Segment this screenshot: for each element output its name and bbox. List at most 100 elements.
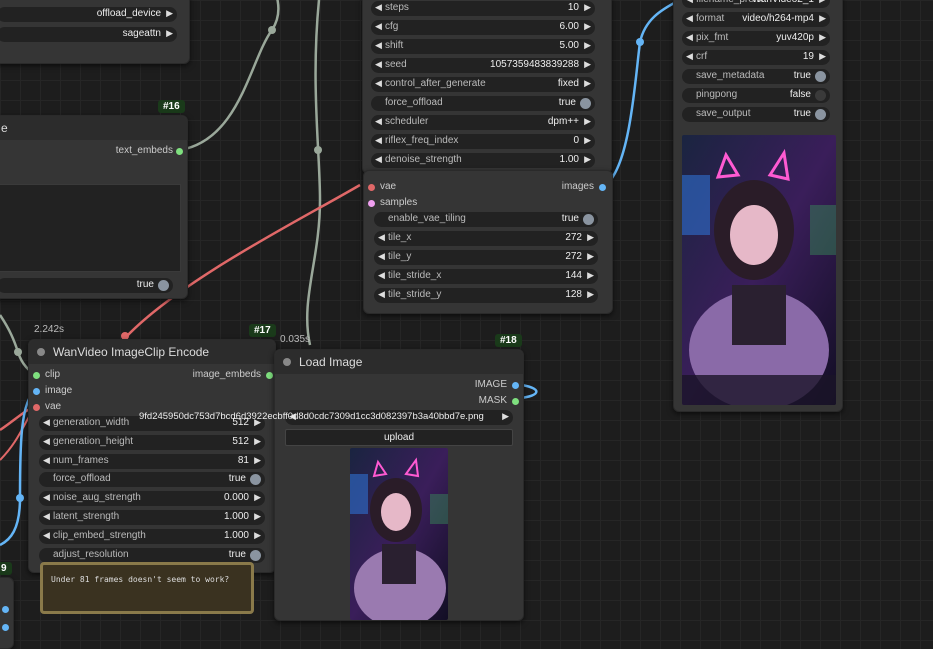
arrow-right-icon[interactable]: ▶ (584, 116, 591, 127)
arrow-left-icon[interactable]: ◀ (375, 78, 382, 89)
arrow-right-icon[interactable]: ▶ (254, 511, 261, 522)
toggle-icon[interactable] (250, 474, 261, 486)
input-vae[interactable]: vae (33, 401, 61, 412)
arrow-right-icon[interactable]: ▶ (819, 0, 826, 5)
upload-button[interactable]: upload (285, 429, 513, 446)
input-pin[interactable] (33, 372, 40, 379)
output-pin[interactable] (176, 148, 183, 155)
arrow-right-icon[interactable]: ▶ (584, 21, 591, 32)
input-clip[interactable]: clip (33, 369, 60, 380)
collapse-dot-icon[interactable] (283, 358, 291, 366)
output-images[interactable]: images (562, 181, 606, 192)
arrow-right-icon[interactable]: ▶ (584, 59, 591, 70)
widget-clip-embed-strength[interactable]: ◀ clip_embed_strength 1.000 ▶ (39, 528, 265, 544)
node-title[interactable]: WanVideo ImageClip Encode (29, 340, 275, 364)
arrow-left-icon[interactable]: ◀ (686, 51, 693, 62)
arrow-left-icon[interactable]: ◀ (378, 251, 385, 262)
arrow-right-icon[interactable]: ▶ (587, 289, 594, 300)
widget-filename-prefix[interactable]: ◀filename_prefixWanVideo2_1▶ (682, 0, 830, 8)
input-image[interactable]: image (33, 385, 72, 396)
arrow-left-icon[interactable]: ◀ (43, 530, 50, 541)
arrow-right-icon[interactable]: ▶ (587, 270, 594, 281)
arrow-right-icon[interactable]: ▶ (166, 28, 173, 39)
arrow-left-icon[interactable]: ◀ (686, 13, 693, 24)
widget-steps[interactable]: ◀ steps 10 ▶ (371, 1, 595, 16)
output-pin[interactable] (512, 398, 519, 405)
arrow-right-icon[interactable]: ▶ (584, 154, 591, 165)
arrow-right-icon[interactable]: ▶ (254, 455, 261, 466)
widget-pix-fmt[interactable]: ◀ pix_fmt yuv420p ▶ (682, 31, 830, 46)
widget-scheduler[interactable]: ◀ scheduler dpm++ ▶ (371, 115, 595, 130)
arrow-left-icon[interactable]: ◀ (375, 40, 382, 51)
widget-attention-mode[interactable]: sageattn ▶ (0, 27, 177, 42)
output-pin[interactable] (266, 372, 273, 379)
input-pin[interactable] (368, 200, 375, 207)
widget-force-offload[interactable]: force_offload true (39, 472, 265, 488)
node-note[interactable]: Under 81 frames doesn't seem to work? (40, 562, 254, 614)
widget-generation-height[interactable]: ◀ generation_height 512 ▶ (39, 434, 265, 450)
output-text-embeds[interactable]: text_embeds (116, 145, 183, 156)
input-pin[interactable] (33, 404, 40, 411)
toggle-icon[interactable] (250, 549, 261, 561)
input-pin[interactable] (33, 388, 40, 395)
arrow-right-icon[interactable]: ▶ (254, 492, 261, 503)
arrow-left-icon[interactable]: ◀ (43, 511, 50, 522)
widget-tile-stride-x[interactable]: ◀ tile_stride_x 144 ▶ (374, 269, 598, 284)
node-title[interactable]: e (0, 116, 187, 140)
toggle-icon[interactable] (815, 109, 826, 120)
widget-latent-strength[interactable]: ◀ latent_strength 1.000 ▶ (39, 510, 265, 525)
arrow-left-icon[interactable]: ◀ (378, 270, 385, 281)
output-pin[interactable] (2, 606, 9, 613)
arrow-right-icon[interactable]: ▶ (584, 78, 591, 89)
preview-video[interactable] (682, 135, 836, 405)
toggle-icon[interactable] (583, 214, 594, 225)
widget-force-offload[interactable]: force_offload true (371, 96, 595, 111)
input-samples[interactable]: samples (368, 197, 417, 208)
widget-bool[interactable]: true (0, 278, 173, 293)
widget-image-file[interactable]: ◀ 9fd245950dc753d7bcd6d3922ecbff0d8d0cdc… (139, 410, 513, 425)
widget-adjust-resolution[interactable]: adjust_resolution true (39, 547, 265, 563)
arrow-right-icon[interactable]: ▶ (819, 32, 826, 43)
arrow-left-icon[interactable]: ◀ (375, 116, 382, 127)
collapse-dot-icon[interactable] (37, 348, 45, 356)
arrow-right-icon[interactable]: ▶ (584, 135, 591, 146)
arrow-left-icon[interactable]: ◀ (375, 2, 382, 13)
arrow-right-icon[interactable]: ▶ (587, 251, 594, 262)
arrow-right-icon[interactable]: ▶ (587, 232, 594, 243)
widget-riflex-freq-index[interactable]: ◀ riflex_freq_index 0 ▶ (371, 134, 595, 149)
arrow-left-icon[interactable]: ◀ (686, 32, 693, 43)
arrow-left-icon[interactable]: ◀ (43, 436, 50, 447)
output-image-embeds[interactable]: image_embeds (193, 369, 273, 380)
input-pin[interactable] (368, 184, 375, 191)
widget-tile-x[interactable]: ◀ tile_x 272 ▶ (374, 231, 598, 246)
widget-format[interactable]: ◀ format video/h264-mp4 ▶ (682, 12, 830, 27)
toggle-icon[interactable] (158, 280, 169, 291)
output-image[interactable]: IMAGE (475, 379, 519, 390)
widget-shift[interactable]: ◀ shift 5.00 ▶ (371, 39, 595, 54)
widget-control-after-generate[interactable]: ◀ control_after_generate fixed ▶ (371, 77, 595, 92)
toggle-icon[interactable] (815, 71, 826, 82)
arrow-right-icon[interactable]: ▶ (819, 13, 826, 24)
arrow-left-icon[interactable]: ◀ (43, 492, 50, 503)
widget-save-metadata[interactable]: save_metadata true (682, 69, 830, 84)
widget-noise-aug-strength[interactable]: ◀ noise_aug_strength 0.000 ▶ (39, 491, 265, 507)
arrow-right-icon[interactable]: ▶ (819, 51, 826, 62)
arrow-right-icon[interactable]: ▶ (254, 436, 261, 447)
text-area[interactable] (0, 184, 181, 272)
arrow-left-icon[interactable]: ◀ (375, 135, 382, 146)
arrow-left-icon[interactable]: ◀ (375, 154, 382, 165)
input-vae[interactable]: vae (368, 181, 396, 192)
arrow-right-icon[interactable]: ▶ (166, 8, 173, 19)
widget-load-device[interactable]: offload_device ▶ (0, 7, 177, 22)
widget-tile-stride-y[interactable]: ◀ tile_stride_y 128 ▶ (374, 288, 598, 303)
arrow-left-icon[interactable]: ◀ (378, 289, 385, 300)
arrow-right-icon[interactable]: ▶ (584, 2, 591, 13)
arrow-right-icon[interactable]: ▶ (584, 40, 591, 51)
arrow-left-icon[interactable]: ◀ (43, 417, 50, 428)
widget-pingpong[interactable]: pingpong false (682, 88, 830, 103)
widget-denoise-strength[interactable]: ◀ denoise_strength 1.00 ▶ (371, 153, 595, 168)
node-title[interactable]: Load Image (275, 350, 523, 374)
arrow-right-icon[interactable]: ▶ (254, 530, 261, 541)
widget-cfg[interactable]: ◀ cfg 6.00 ▶ (371, 20, 595, 35)
widget-seed[interactable]: ◀ seed 1057359483839288 ▶ (371, 58, 595, 73)
